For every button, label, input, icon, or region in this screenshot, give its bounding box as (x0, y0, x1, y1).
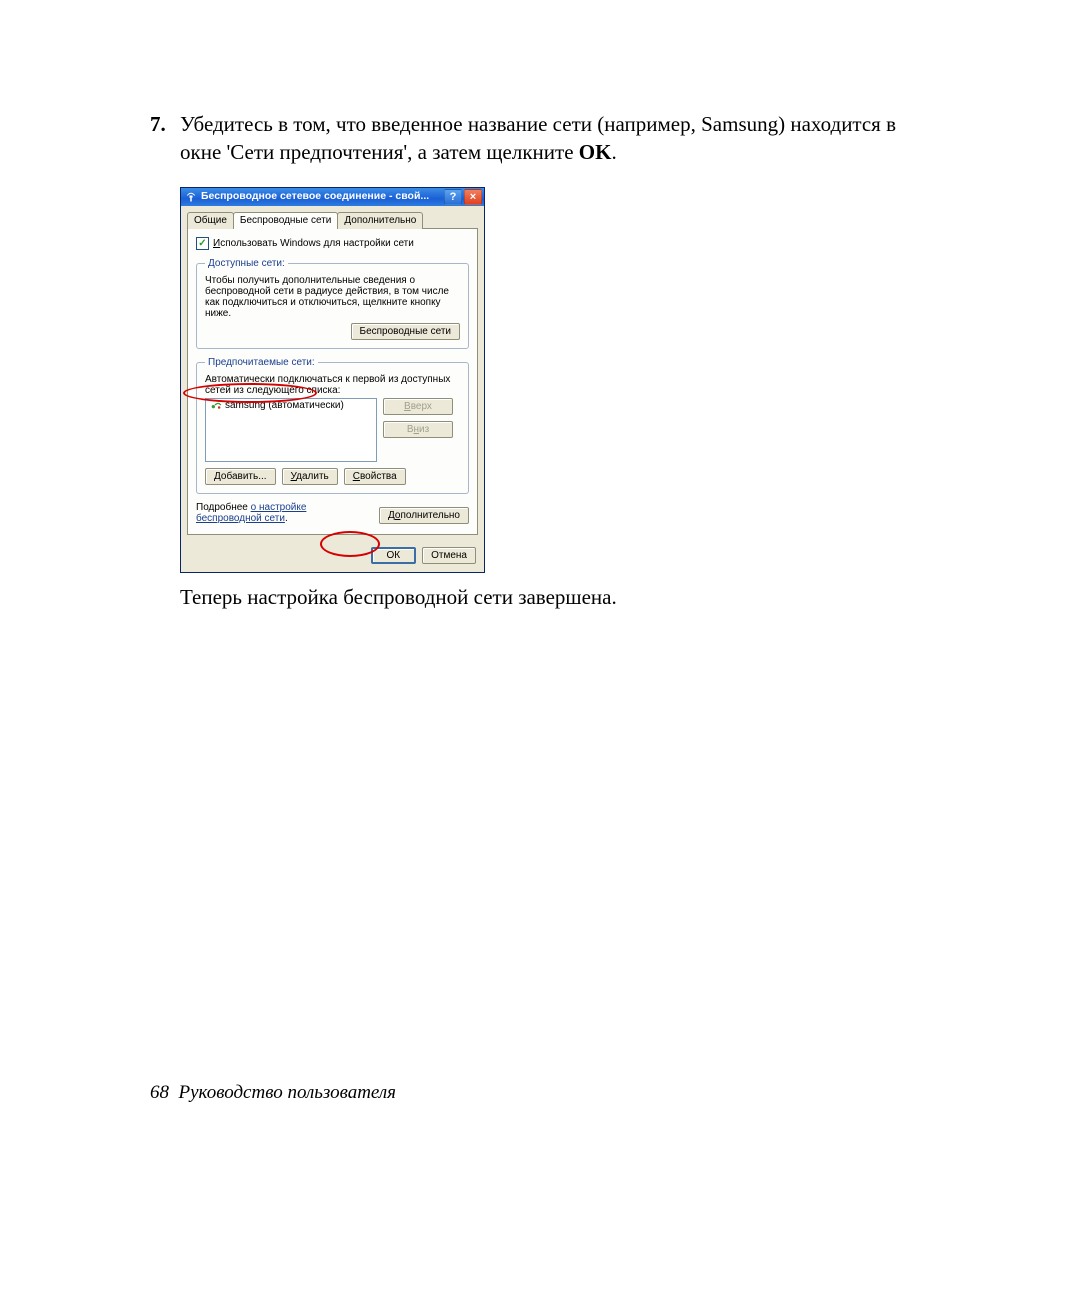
ok-button[interactable]: ОК (371, 547, 417, 564)
step-text-c: . (611, 140, 616, 164)
close-button[interactable]: × (464, 189, 482, 205)
page-footer: 68 Руководство пользователя (150, 1082, 396, 1104)
page-number: 68 (150, 1082, 169, 1103)
cancel-button[interactable]: Отмена (422, 547, 476, 564)
available-networks-text: Чтобы получить дополнительные сведения о… (205, 275, 460, 319)
properties-button[interactable]: Свойства (344, 468, 406, 485)
window-title: Беспроводное сетевое соединение - свой..… (201, 191, 429, 203)
more-about-text: Подробнее о настройке беспроводной сети. (196, 502, 366, 524)
tab-panel-wireless: ✓ ИИспользовать Windows для настройки се… (187, 228, 478, 535)
wireless-properties-dialog: Беспроводное сетевое соединение - свой..… (180, 187, 485, 573)
tab-strip: Общие Беспроводные сети Дополнительно (181, 206, 484, 229)
wireless-icon (185, 191, 197, 203)
footer-title: Руководство пользователя (179, 1082, 397, 1103)
view-wireless-networks-button[interactable]: Беспроводные сети (351, 323, 460, 340)
tab-advanced[interactable]: Дополнительно (337, 212, 423, 229)
step-number: 7. (150, 110, 180, 167)
use-windows-checkbox-row[interactable]: ✓ ИИспользовать Windows для настройки се… (196, 237, 469, 250)
move-up-button[interactable]: Вверх (383, 398, 453, 415)
step-text-ok: OK (579, 140, 612, 164)
preferred-networks-text: Автоматически подключаться к первой из д… (205, 374, 460, 396)
move-down-button[interactable]: Вниз (383, 421, 453, 438)
titlebar: Беспроводное сетевое соединение - свой..… (181, 188, 484, 206)
list-item-label: samsung (автоматически) (225, 400, 344, 411)
preferred-networks-legend: Предпочитаемые сети: (205, 357, 318, 368)
tab-wireless-networks[interactable]: Беспроводные сети (233, 212, 338, 229)
use-windows-label: ИИспользовать Windows для настройки сети… (213, 238, 414, 249)
step-text-a: Убедитесь в том, что введенное название … (180, 112, 896, 164)
available-networks-legend: Доступные сети: (205, 258, 288, 269)
preferred-networks-group: Предпочитаемые сети: Автоматически подкл… (196, 357, 469, 494)
add-button[interactable]: Добавить... (205, 468, 276, 485)
network-item-icon (210, 400, 222, 410)
remove-button[interactable]: Удалить (282, 468, 338, 485)
completion-caption: Теперь настройка беспроводной сети завер… (180, 585, 930, 610)
help-button[interactable]: ? (444, 189, 462, 205)
tab-general[interactable]: Общие (187, 212, 234, 229)
advanced-button[interactable]: Дополнительно (379, 507, 469, 524)
checkbox-icon: ✓ (196, 237, 209, 250)
available-networks-group: Доступные сети: Чтобы получить дополните… (196, 258, 469, 349)
list-item[interactable]: samsung (автоматически) (206, 399, 376, 412)
preferred-networks-list[interactable]: samsung (автоматически) (205, 398, 377, 462)
step-text: Убедитесь в том, что введенное название … (180, 110, 930, 167)
step-7: 7. Убедитесь в том, что введенное назван… (150, 110, 930, 167)
